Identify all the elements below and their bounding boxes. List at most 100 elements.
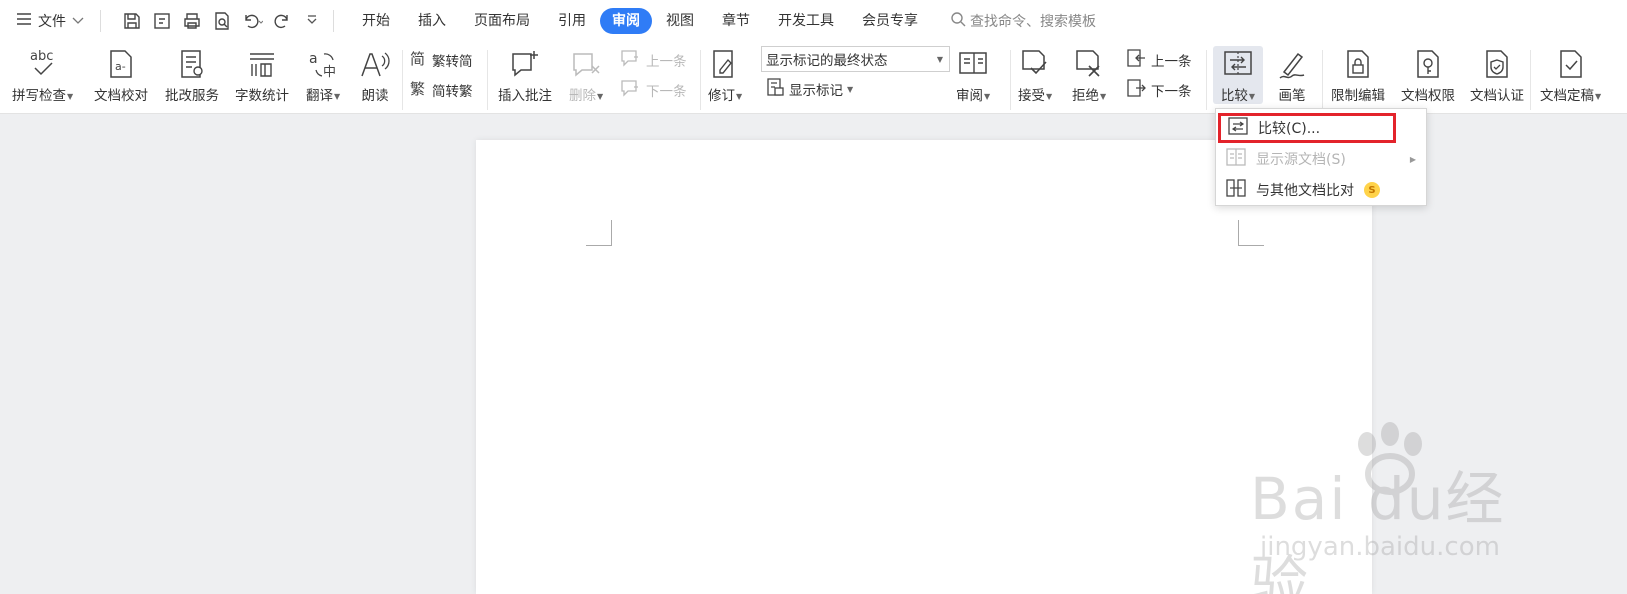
delete-comment-icon bbox=[569, 46, 603, 82]
margin-corner-mark bbox=[586, 220, 612, 246]
tab-insert[interactable]: 插入 bbox=[404, 8, 460, 34]
review-pane-button[interactable]: 审阅▼ bbox=[956, 46, 990, 104]
next-comment-icon bbox=[620, 79, 642, 101]
menu-item-show-source[interactable]: 显示源文档(S) ▶ bbox=[1216, 144, 1426, 174]
reject-change-button[interactable]: 拒绝▼ bbox=[1072, 46, 1106, 104]
command-search[interactable]: 查找命令、搜索模板 bbox=[950, 11, 1096, 31]
prev-comment-button[interactable]: 上一条 bbox=[620, 48, 687, 72]
doc-certify-button[interactable]: 文档认证 bbox=[1470, 46, 1524, 104]
doc-proof-icon: a- bbox=[104, 46, 138, 82]
doc-rights-label: 文档权限 bbox=[1401, 88, 1455, 104]
svg-text:繁: 繁 bbox=[410, 80, 425, 97]
menu-item-compare-other-label: 与其他文档比对 bbox=[1256, 183, 1354, 199]
simp-to-trad-button[interactable]: 繁 简转繁 bbox=[410, 78, 473, 102]
file-menu-label: 文件 bbox=[38, 14, 66, 30]
tab-view[interactable]: 视图 bbox=[652, 8, 708, 34]
group-divider bbox=[402, 50, 403, 110]
tab-section[interactable]: 章节 bbox=[708, 8, 764, 34]
menu-item-compare-other[interactable]: 与其他文档比对 S bbox=[1216, 175, 1426, 205]
dropdown-arrow-icon: ▼ bbox=[334, 91, 341, 101]
svg-text:abc: abc bbox=[30, 49, 53, 64]
file-menu[interactable]: 文件 bbox=[0, 6, 92, 36]
prev-change-button[interactable]: 上一条 bbox=[1125, 48, 1192, 72]
compare-icon bbox=[1228, 117, 1248, 139]
dropdown-arrow-icon: ▼ bbox=[736, 91, 743, 101]
quick-access-toolbar bbox=[119, 8, 325, 34]
tab-start[interactable]: 开始 bbox=[348, 8, 404, 34]
accept-change-label: 接受 bbox=[1018, 88, 1045, 104]
baidu-watermark: Bai du经验 jingyan.baidu.com bbox=[1250, 420, 1550, 594]
track-changes-button[interactable]: 修订▼ bbox=[708, 46, 742, 104]
customize-toolbar-icon[interactable] bbox=[299, 8, 325, 34]
delete-comment-label: 删除 bbox=[569, 88, 596, 104]
print-preview-button[interactable] bbox=[209, 8, 235, 34]
trad-to-simp-button[interactable]: 简 繁转简 bbox=[410, 48, 473, 72]
doc-rights-button[interactable]: 文档权限 bbox=[1401, 46, 1455, 104]
undo-button[interactable] bbox=[239, 8, 265, 34]
word-count-label: 字数统计 bbox=[235, 88, 289, 104]
read-aloud-button[interactable]: 朗读 bbox=[358, 46, 392, 104]
compare-button[interactable]: 比较▼ bbox=[1213, 46, 1263, 104]
translate-label: 翻译 bbox=[306, 88, 333, 104]
group-divider bbox=[1322, 50, 1323, 110]
menu-item-compare-label: 比较(C)... bbox=[1258, 121, 1321, 137]
submenu-arrow-icon: ▶ bbox=[1409, 154, 1416, 164]
revise-service-button[interactable]: 批改服务 bbox=[165, 46, 219, 104]
svg-text:a-: a- bbox=[115, 60, 126, 73]
group-divider bbox=[1206, 50, 1207, 110]
pen-button[interactable]: 画笔 bbox=[1275, 46, 1309, 104]
restrict-edit-icon bbox=[1341, 46, 1375, 82]
divider bbox=[333, 10, 334, 32]
compare-icon bbox=[1221, 46, 1255, 82]
prev-comment-icon bbox=[620, 49, 642, 71]
chevron-down-icon bbox=[72, 14, 84, 29]
tab-member[interactable]: 会员专享 bbox=[848, 8, 932, 34]
restrict-edit-label: 限制编辑 bbox=[1331, 88, 1385, 104]
dropdown-arrow-icon: ▼ bbox=[1248, 91, 1256, 101]
doc-finalize-button[interactable]: 文档定稿▼ bbox=[1540, 46, 1601, 104]
compare-label: 比较 bbox=[1220, 88, 1248, 104]
reject-change-label: 拒绝 bbox=[1072, 88, 1099, 104]
watermark-url: jingyan.baidu.com bbox=[1260, 532, 1500, 562]
insert-comment-button[interactable]: 插入批注 bbox=[498, 46, 552, 104]
doc-proof-label: 文档校对 bbox=[94, 88, 148, 104]
export-pdf-button[interactable] bbox=[149, 8, 175, 34]
ribbon-review: abc 拼写检查▼ a- 文档校对 批改服务 字数统计 a中 翻译▼ 朗读 简 … bbox=[0, 42, 1627, 114]
dropdown-arrow-icon: ▼ bbox=[984, 91, 991, 101]
next-change-button[interactable]: 下一条 bbox=[1125, 78, 1192, 102]
menu-bar: 文件 开始 插入 页面布局 引用 审阅 视图 章节 开发工具 会员专享 查找命令… bbox=[0, 0, 1627, 42]
next-comment-button[interactable]: 下一条 bbox=[620, 78, 687, 102]
word-count-button[interactable]: 字数统计 bbox=[235, 46, 289, 104]
tab-review[interactable]: 审阅 bbox=[600, 8, 652, 34]
markup-display-select[interactable]: 显示标记的最终状态 ▼ bbox=[761, 46, 950, 72]
tab-developer[interactable]: 开发工具 bbox=[764, 8, 848, 34]
dropdown-arrow-icon: ▼ bbox=[1595, 91, 1602, 101]
document-page[interactable] bbox=[476, 140, 1372, 594]
delete-comment-button[interactable]: 删除▼ bbox=[569, 46, 603, 104]
accept-change-button[interactable]: 接受▼ bbox=[1018, 46, 1052, 104]
dropdown-arrow-icon: ▼ bbox=[936, 54, 943, 64]
svg-text:简: 简 bbox=[410, 50, 425, 67]
next-change-label: 下一条 bbox=[1151, 84, 1192, 100]
doc-certify-label: 文档认证 bbox=[1470, 88, 1524, 104]
review-pane-label: 审阅 bbox=[956, 88, 983, 104]
tab-references[interactable]: 引用 bbox=[544, 8, 600, 34]
revise-service-label: 批改服务 bbox=[165, 88, 219, 104]
print-button[interactable] bbox=[179, 8, 205, 34]
review-pane-icon bbox=[956, 46, 990, 82]
save-button[interactable] bbox=[119, 8, 145, 34]
menu-item-show-source-label: 显示源文档(S) bbox=[1256, 152, 1346, 168]
tab-page-layout[interactable]: 页面布局 bbox=[460, 8, 544, 34]
restrict-edit-button[interactable]: 限制编辑 bbox=[1331, 46, 1385, 104]
translate-button[interactable]: a中 翻译▼ bbox=[306, 46, 340, 104]
menu-item-compare[interactable]: 比较(C)... bbox=[1218, 113, 1396, 143]
group-divider bbox=[487, 50, 488, 110]
spell-check-button[interactable]: abc 拼写检查▼ bbox=[12, 46, 73, 104]
doc-proof-button[interactable]: a- 文档校对 bbox=[94, 46, 148, 104]
redo-button[interactable] bbox=[269, 8, 295, 34]
reject-change-icon bbox=[1072, 46, 1106, 82]
revise-service-icon bbox=[175, 46, 209, 82]
spell-check-icon: abc bbox=[26, 46, 60, 82]
track-changes-icon bbox=[708, 46, 742, 82]
show-markup-button[interactable]: 显示标记 ▼ bbox=[765, 77, 853, 101]
